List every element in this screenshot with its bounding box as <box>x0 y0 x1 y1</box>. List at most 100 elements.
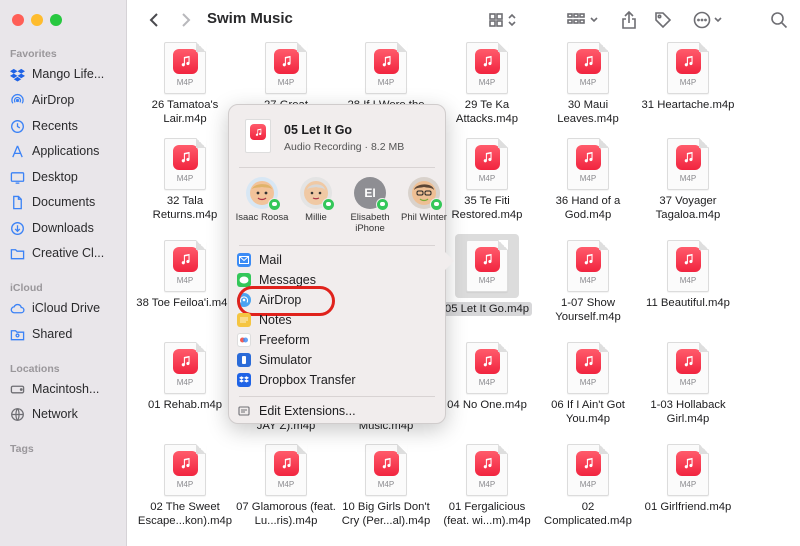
menu-item-label: Messages <box>259 273 316 287</box>
dropbox-icon <box>10 67 25 82</box>
file-name: 30 Maui Leaves.m4p <box>557 99 619 125</box>
audio-file-icon: M4P <box>667 240 709 292</box>
audio-file-icon: M4P <box>466 240 508 292</box>
audio-file-icon: M4P <box>567 444 609 496</box>
file-item[interactable]: M4P 01 Fergalicious (feat. wi...m).m4p <box>437 444 537 528</box>
sidebar-item-applications[interactable]: Applications <box>10 141 99 161</box>
messages-badge-icon <box>268 198 281 211</box>
sidebar-item-mango-life[interactable]: Mango Life... <box>10 64 104 84</box>
back-button[interactable] <box>144 8 164 32</box>
view-mode-button[interactable] <box>486 8 522 32</box>
share-menu-notes[interactable]: Notes <box>237 310 437 330</box>
file-item[interactable]: M4P 35 Te Fiti Restored.m4p <box>437 138 537 222</box>
messages-badge-icon <box>430 198 443 211</box>
toolbar: Swim Music <box>128 0 800 40</box>
file-name: 29 Te Ka Attacks.m4p <box>455 99 519 125</box>
audio-file-icon: M4P <box>466 42 508 94</box>
sidebar-item-icloud-drive[interactable]: iCloud Drive <box>10 298 100 318</box>
menu-item-label: Notes <box>259 313 292 327</box>
file-name: 05 Let It Go.m4p <box>437 302 537 316</box>
file-item[interactable]: M4P 02 The Sweet Escape...kon).m4p <box>135 444 235 528</box>
minimize-window-button[interactable] <box>31 14 43 26</box>
file-item[interactable]: M4P 37 Voyager Tagaloa.m4p <box>638 138 738 222</box>
sidebar: Favorites Mango Life... AirDrop Recents … <box>0 0 127 546</box>
cloud-icon <box>10 301 25 316</box>
menu-item-label: Simulator <box>259 353 312 367</box>
file-item[interactable]: M4P 01 Girlfriend.m4p <box>638 444 738 514</box>
file-item[interactable]: M4P 36 Hand of a God.m4p <box>538 138 638 222</box>
more-actions-button[interactable] <box>692 8 726 32</box>
audio-file-icon: M4P <box>667 342 709 394</box>
file-item[interactable]: M4P 07 Glamorous (feat. Lu...ris).m4p <box>236 444 336 528</box>
sidebar-item-label: Network <box>32 407 78 421</box>
contact-isaac-roosa[interactable]: Isaac Roosa <box>235 177 289 223</box>
audio-file-icon: M4P <box>466 444 508 496</box>
sidebar-item-desktop[interactable]: Desktop <box>10 167 78 187</box>
sidebar-item-downloads[interactable]: Downloads <box>10 218 94 238</box>
avatar <box>408 177 443 211</box>
file-name: 01 Fergalicious (feat. wi...m).m4p <box>443 501 531 527</box>
file-name: 37 Voyager Tagaloa.m4p <box>655 195 721 221</box>
zoom-window-button[interactable] <box>50 14 62 26</box>
audio-file-icon: M4P <box>567 342 609 394</box>
airdrop-contacts: Isaac Roosa Millie EI Elisabeth iPhone P… <box>235 177 447 239</box>
chevron-left-icon <box>149 13 158 27</box>
avatar: EI <box>354 177 389 211</box>
share-popover: 05 Let It Go Audio Recording · 8.2 MB Is… <box>228 104 454 424</box>
share-menu-airdrop[interactable]: AirDrop <box>237 286 437 316</box>
close-window-button[interactable] <box>12 14 24 26</box>
file-item[interactable]: M4P 01 Rehab.m4p <box>135 342 235 412</box>
share-file-subtitle: Audio Recording · 8.2 MB <box>284 141 405 153</box>
share-menu-edit-extensions[interactable]: Edit Extensions... <box>237 401 437 421</box>
share-menu-freeform[interactable]: Freeform <box>237 330 437 350</box>
share-menu-mail[interactable]: Mail <box>237 250 437 270</box>
forward-button[interactable] <box>176 8 196 32</box>
file-item[interactable]: M4P 02 Complicated.m4p <box>538 444 638 528</box>
file-item[interactable]: M4P 26 Tamatoa's Lair.m4p <box>135 42 235 126</box>
sidebar-item-shared[interactable]: Shared <box>10 324 72 344</box>
sidebar-item-documents[interactable]: Documents <box>10 192 95 212</box>
file-item[interactable]: M4P 38 Toe Feiloa'i.m4p <box>135 240 235 310</box>
sidebar-item-label: Recents <box>32 119 78 133</box>
contact-millie[interactable]: Millie <box>289 177 343 223</box>
contact-elisabeth-iphone[interactable]: EI Elisabeth iPhone <box>343 177 397 234</box>
file-item[interactable]: M4P 1-03 Hollaback Girl.m4p <box>638 342 738 426</box>
document-icon <box>10 195 25 210</box>
sidebar-item-airdrop[interactable]: AirDrop <box>10 90 74 110</box>
file-item[interactable]: M4P 29 Te Ka Attacks.m4p <box>437 42 537 126</box>
audio-file-icon: M4P <box>164 42 206 94</box>
file-item[interactable]: M4P 32 Tala Returns.m4p <box>135 138 235 222</box>
contact-phil-winter[interactable]: Phil Winter <box>397 177 451 223</box>
sidebar-item-creative-cloud[interactable]: Creative Cl... <box>10 243 104 263</box>
sidebar-item-macintosh[interactable]: Macintosh... <box>10 379 99 399</box>
sidebar-item-label: iCloud Drive <box>32 301 101 315</box>
ellipsis-circle-icon <box>693 11 722 29</box>
audio-file-icon: M4P <box>667 42 709 94</box>
group-by-button[interactable] <box>566 8 602 32</box>
file-item[interactable]: M4P 31 Heartache.m4p <box>638 42 738 112</box>
audio-file-icon: M4P <box>466 138 508 190</box>
file-name: 07 Glamorous (feat. Lu...ris).m4p <box>236 501 336 527</box>
file-item[interactable]: M4P27 Great <box>236 42 336 112</box>
file-item[interactable]: M4P 1-07 Show Yourself.m4p <box>538 240 638 324</box>
sidebar-item-label: Shared <box>32 327 73 341</box>
sidebar-item-recents[interactable]: Recents <box>10 116 78 136</box>
sidebar-item-network[interactable]: Network <box>10 404 78 424</box>
file-item[interactable]: M4P 06 If I Ain't Got You.m4p <box>538 342 638 426</box>
share-button[interactable] <box>618 8 640 32</box>
file-item[interactable]: M4P 11 Beautiful.m4p <box>638 240 738 310</box>
extensions-icon <box>237 404 251 418</box>
file-item[interactable]: M4P 30 Maui Leaves.m4p <box>538 42 638 126</box>
tags-button[interactable] <box>652 8 674 32</box>
file-item[interactable]: M4P 04 No One.m4p <box>437 342 537 412</box>
file-name: 32 Tala Returns.m4p <box>152 195 218 221</box>
file-item[interactable]: M4P 10 Big Girls Don't Cry (Per...al).m4p <box>336 444 436 528</box>
file-item[interactable]: M4P28 If I Were the <box>336 42 436 112</box>
disk-icon <box>10 382 25 397</box>
search-button[interactable] <box>768 8 790 32</box>
share-menu-simulator[interactable]: Simulator <box>237 350 437 370</box>
share-menu-dropbox-transfer[interactable]: Dropbox Transfer <box>237 370 437 390</box>
audio-file-icon: M4P <box>265 42 307 94</box>
sidebar-item-label: Downloads <box>32 221 94 235</box>
audio-file-icon: M4P <box>567 138 609 190</box>
